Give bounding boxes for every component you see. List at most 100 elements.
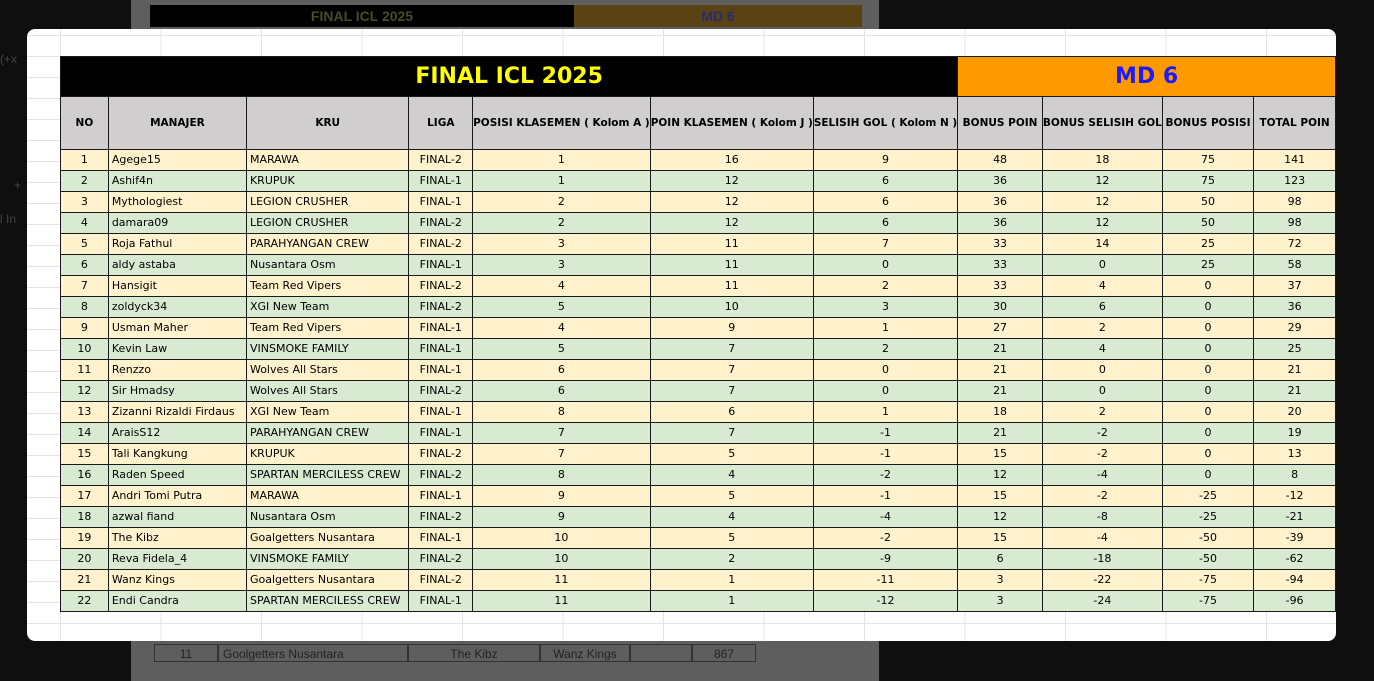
background-title: FINAL ICL 2025 — [150, 5, 574, 27]
table-row: 15 Tali Kangkung KRUPUK FINAL-2 7 5 -1 15 -2 0 13 — [60, 443, 1336, 465]
cell-poin: 4 — [649, 506, 814, 528]
cell-posisi: 9 — [472, 506, 651, 528]
cell-total-poin: 98 — [1253, 191, 1336, 213]
cell-kru: Wolves All Stars — [245, 359, 410, 381]
cell-bonus-selisih: -2 — [1041, 422, 1163, 444]
cell-manajer: Zizanni Rizaldi Firdaus — [107, 401, 247, 423]
cell-bonus-selisih: -8 — [1041, 506, 1163, 528]
table-row: 6 aldy astaba Nusantara Osm FINAL-1 3 11 0 33 0 2… — [60, 254, 1336, 276]
cell-liga: FINAL-2 — [408, 506, 474, 528]
cell-liga: FINAL-2 — [408, 548, 474, 570]
cell-no: 22 — [60, 590, 109, 612]
cell-no: 5 — [60, 233, 109, 255]
cell-kru: MARAWA — [245, 485, 410, 507]
cell-total-poin: -96 — [1253, 590, 1336, 612]
cell-bonus-posisi: 75 — [1161, 170, 1255, 192]
cell-poin: 7 — [649, 422, 814, 444]
cell-bonus-selisih: 6 — [1041, 296, 1163, 318]
cell-liga: FINAL-1 — [408, 401, 474, 423]
cell-kru: LEGION CRUSHER — [245, 212, 410, 234]
cell-manajer: Tali Kangkung — [107, 443, 247, 465]
cell-poin: 16 — [649, 149, 814, 171]
cell-posisi: 6 — [472, 380, 651, 402]
cell-bonus-selisih: 18 — [1041, 149, 1163, 171]
cell-total-poin: 72 — [1253, 233, 1336, 255]
cell-manajer: The Kibz — [107, 527, 247, 549]
matchday-label: MD 6 — [957, 56, 1336, 97]
cell-total-poin: -21 — [1253, 506, 1336, 528]
cell-total-poin: -12 — [1253, 485, 1336, 507]
cell-bonus-posisi: -75 — [1161, 569, 1255, 591]
cell-no: 12 — [60, 380, 109, 402]
cell-poin: 5 — [649, 443, 814, 465]
cell-bonus-selisih: -4 — [1041, 464, 1163, 486]
cell-bonus-poin: 21 — [957, 338, 1043, 360]
cell-total-poin: 123 — [1253, 170, 1336, 192]
cell-manajer: aldy astaba — [107, 254, 247, 276]
cell-total-poin: 13 — [1253, 443, 1336, 465]
cell-posisi: 9 — [472, 485, 651, 507]
cell-selisih-gol: 2 — [812, 275, 959, 297]
cell-liga: FINAL-1 — [408, 422, 474, 444]
cell-bonus-poin: 12 — [957, 506, 1043, 528]
cell-posisi: 4 — [472, 275, 651, 297]
cell-manajer: azwal fiand — [107, 506, 247, 528]
table-row: 17 Andri Tomi Putra MARAWA FINAL-1 9 5 -1 15 -2-… — [60, 485, 1336, 507]
cell-bonus-selisih: -2 — [1041, 443, 1163, 465]
cell-posisi: 8 — [472, 464, 651, 486]
cell-liga: FINAL-2 — [408, 569, 474, 591]
background-md-label: MD 6 — [574, 5, 862, 27]
cell-manajer: zoldyck34 — [107, 296, 247, 318]
cell-manajer: Reva Fidela_4 — [107, 548, 247, 570]
cell-bonus-selisih: 0 — [1041, 254, 1163, 276]
cell-no: 15 — [60, 443, 109, 465]
background-left-text: l In — [0, 212, 17, 226]
cell-manajer: Usman Maher — [107, 317, 247, 339]
cell-posisi: 11 — [472, 569, 651, 591]
header-kru: KRU — [245, 96, 410, 150]
cell-liga: FINAL-1 — [408, 485, 474, 507]
cell-manajer: damara09 — [107, 212, 247, 234]
cell-poin: 2 — [649, 548, 814, 570]
table-row: 8 zoldyck34 XGI New Team FINAL-2 5 10 3 30 6 0 36 — [60, 296, 1336, 318]
cell-manajer: Agege15 — [107, 149, 247, 171]
cell-no: 13 — [60, 401, 109, 423]
cell-posisi: 4 — [472, 317, 651, 339]
cell-posisi: 3 — [472, 254, 651, 276]
cell-liga: FINAL-2 — [408, 464, 474, 486]
cell-manajer: Ashif4n — [107, 170, 247, 192]
cell-total-poin: 25 — [1253, 338, 1336, 360]
cell-liga: FINAL-2 — [408, 212, 474, 234]
cell-total-poin: 8 — [1253, 464, 1336, 486]
cell-bonus-selisih: 4 — [1041, 338, 1163, 360]
cell-no: 18 — [60, 506, 109, 528]
cell-bonus-selisih: 4 — [1041, 275, 1163, 297]
table-row: 14 AraisS12 PARAHYANGAN CREW FINAL-1 7 7 -1 21-… — [60, 422, 1336, 444]
cell-liga: FINAL-1 — [408, 527, 474, 549]
cell-bonus-posisi: 0 — [1161, 443, 1255, 465]
cell-bonus-posisi: 75 — [1161, 149, 1255, 171]
cell-kru: Nusantara Osm — [245, 506, 410, 528]
cell-selisih-gol: 9 — [812, 149, 959, 171]
cell-liga: FINAL-2 — [408, 443, 474, 465]
background-left-text: + — [14, 178, 22, 192]
table-row: 7 Hansigit Team Red Vipers FINAL-2 4 11 2 33 4 0 3… — [60, 275, 1336, 297]
cell-kru: VINSMOKE FAMILY — [245, 338, 410, 360]
cell-selisih-gol: 7 — [812, 233, 959, 255]
table-title: FINAL ICL 2025 — [59, 56, 959, 97]
cell-total-poin: -62 — [1253, 548, 1336, 570]
cell-posisi: 5 — [472, 296, 651, 318]
cell-bonus-poin: 36 — [957, 191, 1043, 213]
cell-bonus-poin: 15 — [957, 443, 1043, 465]
table-row: 1 Agege15 MARAWA FINAL-2 1 16 9 48 18 75 141 — [60, 149, 1336, 171]
cell-selisih-gol: -12 — [812, 590, 959, 612]
cell-bonus-selisih: -24 — [1041, 590, 1163, 612]
cell-no: 21 — [60, 569, 109, 591]
cell-bonus-poin: 15 — [957, 527, 1043, 549]
cell-posisi: 5 — [472, 338, 651, 360]
table-row: 3 Mythologiest LEGION CRUSHER FINAL-1 2 12 6 36… — [60, 191, 1336, 213]
cell-total-poin: 21 — [1253, 380, 1336, 402]
cell-bonus-posisi: 0 — [1161, 422, 1255, 444]
cell-total-poin: 36 — [1253, 296, 1336, 318]
cell-bonus-posisi: 0 — [1161, 338, 1255, 360]
